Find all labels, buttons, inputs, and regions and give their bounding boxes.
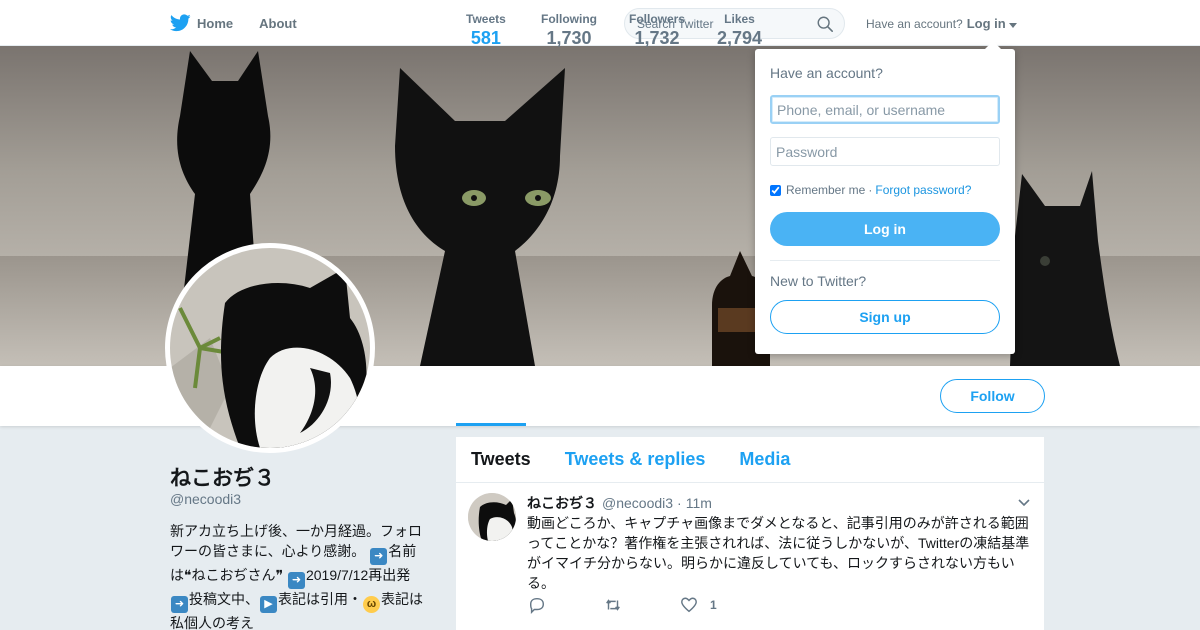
top-navigation-bar: Home About Have an account? Log in bbox=[0, 0, 1200, 46]
password-input[interactable] bbox=[770, 137, 1000, 166]
nav-left: Home About bbox=[170, 0, 323, 46]
dropdown-title: Have an account? bbox=[770, 65, 883, 81]
have-account-text: Have an account? bbox=[866, 16, 963, 31]
stat-following[interactable]: Following 1,730 bbox=[541, 12, 597, 49]
right-arrow-emoji-icon: ➜ bbox=[370, 548, 388, 565]
signup-button[interactable]: Sign up bbox=[770, 300, 1000, 334]
stat-followers-value: 1,732 bbox=[634, 28, 680, 48]
login-button[interactable]: Log in bbox=[770, 212, 1000, 246]
login-dropdown-toggle[interactable]: Log in bbox=[967, 16, 1017, 31]
nav-about-label: About bbox=[259, 15, 297, 31]
chevron-down-icon[interactable] bbox=[1018, 497, 1030, 509]
timeline: Tweets Tweets & replies Media ねこおぢ３ @nec… bbox=[456, 437, 1044, 630]
tab-tweets-replies[interactable]: Tweets & replies bbox=[565, 449, 706, 470]
remember-me-label[interactable]: Remember me bbox=[786, 183, 865, 197]
retweet-icon bbox=[606, 599, 620, 611]
stat-likes-value: 2,794 bbox=[717, 28, 763, 48]
right-arrow-emoji-icon: ➜ bbox=[287, 572, 305, 589]
reply-icon bbox=[529, 597, 545, 614]
profile-name: ねこおぢ３ bbox=[170, 467, 275, 490]
tweet-text: 動画どころか、キャプチャ画像までダメとなると、記事引用のみが許される範囲ってこと… bbox=[527, 515, 1030, 591]
timeline-tabs: Tweets Tweets & replies Media bbox=[456, 437, 1044, 483]
account-area: Have an account? Log in bbox=[866, 16, 1017, 31]
tweet-avatar-image bbox=[468, 493, 516, 541]
stat-followers-label: Followers bbox=[629, 12, 686, 26]
bio-part-5: 表記は引用・ bbox=[278, 591, 362, 607]
reply-button[interactable] bbox=[528, 596, 546, 614]
bio-part-3: 2019/7/12再出発 bbox=[305, 567, 411, 583]
login-dropdown: Have an account? Remember me · Forgot pa… bbox=[755, 41, 1015, 354]
nav-home-label: Home bbox=[197, 15, 234, 31]
nav-about[interactable]: About bbox=[259, 16, 297, 31]
cat-face-emoji-icon: ω bbox=[363, 596, 380, 613]
tab-media[interactable]: Media bbox=[739, 449, 790, 470]
remember-row: Remember me · Forgot password? bbox=[770, 183, 971, 197]
tweet-author-handle[interactable]: @necoodi3 bbox=[602, 495, 673, 511]
tweet-avatar[interactable] bbox=[468, 493, 516, 541]
stat-tweets-value: 581 bbox=[470, 28, 501, 48]
remember-separator: · bbox=[868, 183, 873, 197]
twitter-bird-icon bbox=[170, 14, 191, 32]
remember-me-checkbox[interactable] bbox=[770, 184, 781, 196]
stat-tweets-label: Tweets bbox=[466, 12, 506, 26]
like-count: 1 bbox=[710, 598, 717, 612]
right-arrow-emoji-icon: ➜ bbox=[171, 596, 188, 613]
play-button-emoji-icon: ▶ bbox=[260, 596, 277, 613]
avatar[interactable] bbox=[165, 243, 375, 453]
tweet-timestamp[interactable]: 11m bbox=[686, 495, 712, 511]
tweet-actions: 1 bbox=[528, 596, 775, 614]
stat-followers[interactable]: Followers 1,732 bbox=[629, 12, 685, 49]
stat-following-label: Following bbox=[541, 12, 597, 26]
stat-likes[interactable]: Likes 2,794 bbox=[717, 12, 762, 49]
nav-home[interactable]: Home bbox=[170, 14, 233, 32]
stat-following-value: 1,730 bbox=[546, 28, 592, 48]
follow-button[interactable]: Follow bbox=[940, 379, 1045, 413]
heart-icon bbox=[681, 597, 697, 613]
tweet-header: ねこおぢ３ @necoodi3 · 11m bbox=[527, 493, 712, 513]
tweet-dot-separator: · bbox=[677, 495, 682, 511]
tweet-author-name[interactable]: ねこおぢ３ bbox=[527, 493, 597, 513]
new-to-twitter-text: New to Twitter? bbox=[770, 273, 867, 289]
dropdown-divider bbox=[770, 260, 1000, 261]
stat-tweets[interactable]: Tweets 581 bbox=[466, 12, 506, 49]
profile-handle: @necoodi3 bbox=[170, 491, 242, 507]
avatar-cat-image bbox=[170, 248, 370, 448]
username-input[interactable] bbox=[770, 95, 1000, 124]
search-icon[interactable] bbox=[816, 15, 834, 33]
stat-likes-label: Likes bbox=[724, 12, 755, 26]
bio-part-4: 投稿文中、 bbox=[189, 591, 259, 607]
tweet[interactable]: ねこおぢ３ @necoodi3 · 11m 動画どころか、キャプチャ画像までダメ… bbox=[456, 483, 1044, 630]
caret-down-icon bbox=[1008, 23, 1017, 28]
forgot-password-link[interactable]: Forgot password? bbox=[875, 183, 971, 197]
profile-bio: 新アカ立ち上げ後、一か月経過。フォロワーの皆さまに、心より感謝。 ➜ 名前は❝ねこ… bbox=[170, 521, 430, 630]
tab-tweets[interactable]: Tweets bbox=[471, 449, 531, 470]
like-button[interactable]: 1 bbox=[680, 596, 717, 614]
login-toggle-label: Log in bbox=[966, 16, 1006, 31]
active-stat-underline bbox=[456, 423, 526, 426]
retweet-button[interactable] bbox=[604, 596, 622, 614]
